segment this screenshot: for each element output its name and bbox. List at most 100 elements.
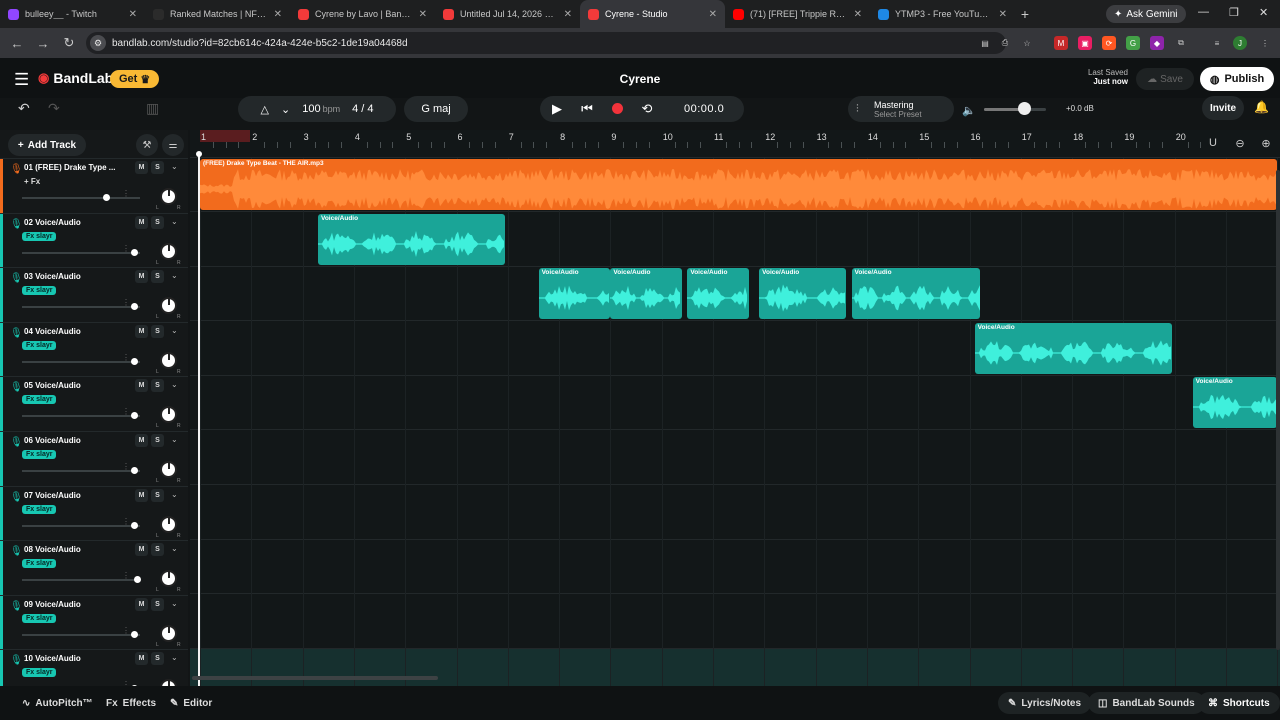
browser-tab[interactable]: bulleey__ - Twitch ✕ xyxy=(0,0,145,28)
microphone-icon[interactable]: 🎙 xyxy=(10,273,23,284)
undo-icon[interactable]: ↶ xyxy=(18,100,30,117)
publish-button[interactable]: ◍ Publish xyxy=(1200,67,1274,91)
bell-icon[interactable]: 🔔 xyxy=(1254,100,1269,114)
fx-badge[interactable]: Fx slayr xyxy=(22,450,57,459)
track-volume-fader[interactable] xyxy=(22,251,140,254)
solo-button[interactable]: S xyxy=(151,379,164,393)
pan-knob[interactable] xyxy=(160,351,177,369)
horizontal-scrollbar[interactable] xyxy=(192,676,438,680)
audio-clip[interactable]: Voice/Audio xyxy=(610,268,683,320)
add-fx-button[interactable]: + Fx xyxy=(24,177,40,186)
extension-icon[interactable]: ◆ xyxy=(1150,36,1164,50)
playhead[interactable] xyxy=(196,151,202,686)
play-icon[interactable]: ▶ xyxy=(542,101,572,117)
pan-knob[interactable] xyxy=(160,406,177,424)
track-settings-icon[interactable]: ⚌ xyxy=(162,134,184,156)
chevron-down-icon[interactable]: ⌄ xyxy=(171,435,178,444)
chevron-down-icon[interactable]: ⌄ xyxy=(171,217,178,226)
tab-close-icon[interactable]: ✕ xyxy=(274,9,282,20)
track-header[interactable]: 🎙 03 Voice/Audio Fx slayr M S ⌄ ⋮ L R xyxy=(0,267,188,323)
track-name[interactable]: 06 Voice/Audio xyxy=(24,436,120,445)
pan-knob[interactable] xyxy=(160,188,177,205)
audio-clip[interactable]: (FREE) Drake Type Beat - THE AIR.mp3 xyxy=(200,159,1278,210)
screenshot-icon[interactable]: ⎙ xyxy=(998,36,1012,50)
tab-close-icon[interactable]: ✕ xyxy=(854,9,862,20)
zoom-in-icon[interactable]: ⊕ xyxy=(1255,134,1277,152)
browser-tab[interactable]: (71) [FREE] Trippie Redd Typ ✕ xyxy=(725,0,870,28)
solo-button[interactable]: S xyxy=(151,543,164,557)
microphone-icon[interactable]: 🎙 xyxy=(10,437,23,448)
extension-icon[interactable]: M xyxy=(1054,36,1068,50)
speaker-icon[interactable]: 🔈 xyxy=(962,104,976,117)
bandlab-sounds-button[interactable]: ◫ BandLab Sounds xyxy=(1088,692,1205,714)
microphone-icon[interactable]: 🎙 xyxy=(10,328,23,339)
tempo-signature-control[interactable]: △ ⌄ 100 bpm 4 / 4 xyxy=(238,96,396,122)
forward-icon[interactable]: → xyxy=(30,36,56,51)
url-field[interactable]: ⚙ bandlab.com/studio?id=82cb614c-424a-42… xyxy=(86,32,1006,54)
solo-button[interactable]: S xyxy=(151,215,164,229)
microphone-icon[interactable]: 🎙 xyxy=(10,601,23,612)
track-volume-fader[interactable] xyxy=(22,633,140,636)
mute-button[interactable]: M xyxy=(135,215,148,229)
ask-gemini-button[interactable]: ✦ Ask Gemini xyxy=(1106,5,1186,23)
solo-button[interactable]: S xyxy=(151,270,164,284)
mute-button[interactable]: M xyxy=(135,488,148,502)
microphone-icon[interactable]: 🎙 xyxy=(10,382,23,393)
time-signature[interactable]: 4 / 4 xyxy=(352,103,373,115)
track-volume-fader[interactable] xyxy=(22,197,140,199)
minimize-icon[interactable]: — xyxy=(1198,6,1209,18)
track-volume-handle[interactable] xyxy=(102,194,110,201)
fx-badge[interactable]: Fx slayr xyxy=(22,395,57,405)
solo-button[interactable]: S xyxy=(151,434,164,447)
autopitch-button[interactable]: ∿ AutoPitch™ xyxy=(12,692,103,714)
track-header[interactable]: 🎙 02 Voice/Audio Fx slayr M S ⌄ ⋮ L R xyxy=(0,212,188,268)
shortcuts-button[interactable]: ⌘ Shortcuts xyxy=(1198,692,1280,714)
track-volume-handle[interactable] xyxy=(131,521,139,529)
mute-button[interactable]: M xyxy=(135,543,148,557)
fx-badge[interactable]: Fx slayr xyxy=(22,668,57,678)
track-volume-fader[interactable] xyxy=(22,524,140,527)
fx-badge[interactable]: Fx slayr xyxy=(22,559,57,569)
mastering-selector[interactable]: ⫶ Mastering Select Preset xyxy=(848,96,954,122)
track-volume-fader[interactable] xyxy=(22,470,140,472)
magnet-snap-icon[interactable]: U xyxy=(1202,134,1224,152)
extension-icon[interactable]: G xyxy=(1126,36,1140,50)
loop-icon[interactable]: ⟲ xyxy=(632,101,662,117)
track-volume-handle[interactable] xyxy=(131,248,139,256)
solo-button[interactable]: S xyxy=(151,597,164,611)
tab-close-icon[interactable]: ✕ xyxy=(419,9,427,20)
tab-close-icon[interactable]: ✕ xyxy=(999,9,1007,20)
tuning-fork-icon[interactable]: ⚒ xyxy=(136,134,158,156)
track-header[interactable]: 🎙 04 Voice/Audio Fx slayr M S ⌄ ⋮ L R xyxy=(0,321,188,377)
solo-button[interactable]: S xyxy=(151,652,164,666)
pan-knob[interactable] xyxy=(160,297,177,315)
browser-tab[interactable]: YTMP3 - Free YouTube to M ✕ xyxy=(870,0,1015,28)
rewind-icon[interactable]: ⏮ xyxy=(572,101,602,117)
track-name[interactable]: 01 (FREE) Drake Type ... xyxy=(24,163,120,172)
chevron-down-icon[interactable]: ⌄ xyxy=(171,271,178,280)
fx-badge[interactable]: Fx slayr xyxy=(22,231,57,241)
track-volume-handle[interactable] xyxy=(131,357,139,365)
mute-button[interactable]: M xyxy=(135,597,148,611)
audio-clip[interactable]: Voice/Audio xyxy=(538,268,611,320)
chevron-down-icon[interactable]: ⌄ xyxy=(281,103,290,116)
track-volume-handle[interactable] xyxy=(133,576,141,584)
tab-search-icon[interactable]: ≡ xyxy=(1210,36,1224,50)
track-name[interactable]: 04 Voice/Audio xyxy=(24,327,120,336)
browser-tab[interactable]: Cyrene - Studio ✕ xyxy=(580,0,725,28)
pan-knob[interactable] xyxy=(160,570,177,588)
audio-clip[interactable]: Voice/Audio xyxy=(759,268,847,320)
microphone-icon[interactable]: 🎙 xyxy=(10,164,23,175)
browser-tab[interactable]: Untitled Jul 14, 2026 7:04 PM ✕ xyxy=(435,0,580,28)
track-name[interactable]: 05 Voice/Audio xyxy=(24,381,120,390)
profile-avatar[interactable]: J xyxy=(1233,36,1247,50)
mixer-icon[interactable]: ▥ xyxy=(146,100,159,117)
audio-clip[interactable]: Voice/Audio xyxy=(687,268,749,320)
maximize-icon[interactable]: ❐ xyxy=(1229,6,1239,19)
track-header[interactable]: 🎙 07 Voice/Audio Fx slayr M S ⌄ ⋮ L R xyxy=(0,485,188,541)
bookmark-star-icon[interactable]: ☆ xyxy=(1020,36,1034,50)
extensions-puzzle-icon[interactable]: ⧉ xyxy=(1174,36,1188,50)
invite-button[interactable]: Invite xyxy=(1202,96,1244,120)
mute-button[interactable]: M xyxy=(135,324,148,338)
pan-knob[interactable] xyxy=(160,461,177,478)
